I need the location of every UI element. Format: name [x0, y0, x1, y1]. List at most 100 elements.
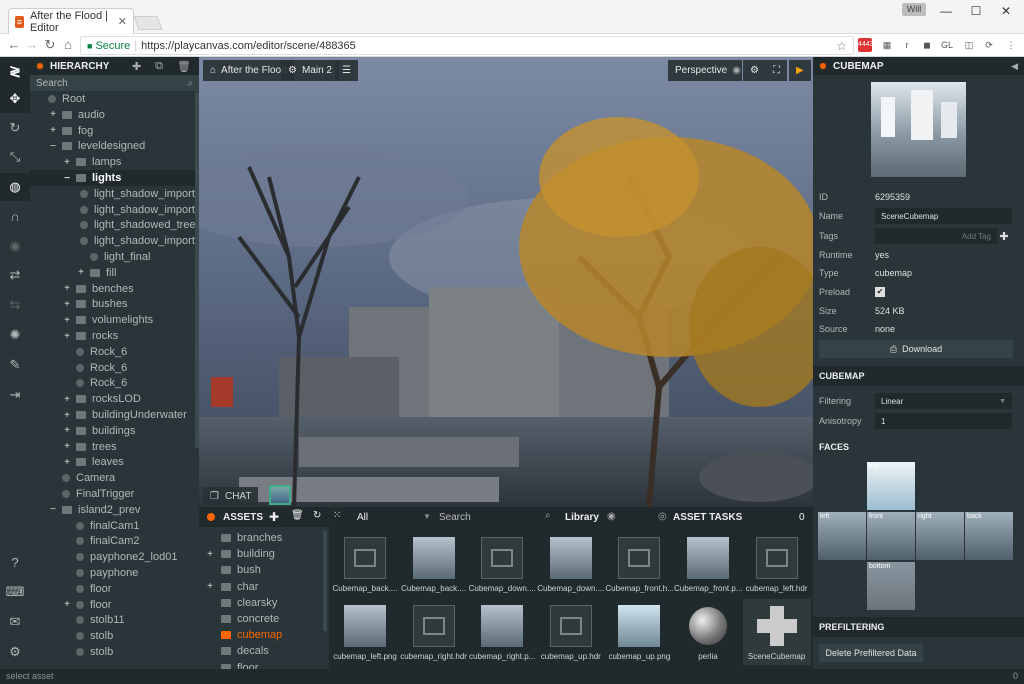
asset-search-input[interactable]: Search	[439, 512, 471, 523]
expand-icon[interactable]: +	[48, 125, 58, 136]
extension-gl-icon[interactable]: GL	[940, 38, 954, 52]
hierarchy-node[interactable]: + buildings	[30, 423, 195, 439]
hierarchy-node[interactable]: Root	[30, 91, 195, 107]
expand-icon[interactable]: +	[62, 315, 72, 326]
collapse-icon[interactable]: −	[48, 504, 58, 515]
add-tag-icon[interactable]: ✚	[997, 230, 1011, 243]
bookmark-star-icon[interactable]: ☆	[836, 39, 847, 53]
hierarchy-node[interactable]: + trees	[30, 439, 195, 455]
library-close-icon[interactable]: ◉	[607, 511, 616, 522]
asset-item[interactable]: cubemap_right.p...	[468, 599, 536, 665]
maximize-icon[interactable]: ☐	[966, 4, 986, 18]
asset-folder-item[interactable]: + char	[205, 579, 258, 595]
hierarchy-node[interactable]: + volumelights	[30, 312, 195, 328]
asset-folder-item[interactable]: cubemap	[205, 627, 282, 643]
scene-viewport[interactable]: ⌂ After the Flood ⚙ Main 2 ☰ Perspective…	[199, 57, 813, 507]
browser-menu-icon[interactable]: ⋮	[1004, 38, 1018, 52]
hierarchy-node[interactable]: + fog	[30, 123, 195, 139]
add-entity-icon[interactable]: ✚	[132, 60, 141, 73]
scenes-list-button[interactable]: ☰	[335, 60, 358, 81]
collapse-icon[interactable]: −	[62, 173, 72, 184]
asset-item[interactable]: cubemap_up.png	[605, 599, 673, 665]
gmail-extension-icon[interactable]: 4443	[858, 38, 874, 52]
filtering-select[interactable]: Linear ▼	[875, 393, 1012, 409]
hierarchy-node[interactable]: + fill	[30, 265, 195, 281]
hierarchy-node[interactable]: + audio	[30, 107, 195, 123]
close-tab-icon[interactable]: ✕	[118, 15, 127, 28]
hierarchy-node[interactable]: stolb	[30, 628, 195, 644]
hierarchy-node[interactable]: + buildingUnderwater	[30, 407, 195, 423]
asset-folder-item[interactable]: clearsky	[205, 595, 277, 611]
expand-icon[interactable]: +	[62, 441, 72, 452]
light-icon[interactable]: ✺	[0, 321, 30, 349]
hierarchy-node[interactable]: Camera	[30, 470, 195, 486]
extension-sync-icon[interactable]: ⟳	[982, 38, 996, 52]
expand-icon[interactable]: +	[62, 299, 72, 310]
reload-icon[interactable]: ↻	[42, 37, 58, 53]
extension-r-icon[interactable]: r	[900, 38, 914, 52]
hierarchy-node[interactable]: stolb11	[30, 612, 195, 628]
expand-icon[interactable]: +	[48, 109, 58, 120]
publish-icon[interactable]: ⇥	[0, 381, 30, 409]
new-tab-button[interactable]	[133, 16, 163, 30]
back-icon[interactable]: ←	[6, 37, 22, 53]
name-field[interactable]: SceneCubemap	[875, 208, 1012, 224]
face-top[interactable]: top	[867, 462, 915, 510]
browser-tab[interactable]: ≡ After the Flood | Editor ✕	[8, 8, 134, 34]
eye-icon[interactable]: ◉	[0, 232, 30, 260]
hierarchy-node[interactable]: + leaves	[30, 454, 195, 470]
face-back[interactable]: back	[965, 512, 1013, 560]
preload-checkbox[interactable]: ✔	[875, 287, 885, 297]
hierarchy-node[interactable]: light_shadow_important	[30, 233, 195, 249]
folder-scrollbar[interactable]	[323, 531, 327, 631]
forward-icon[interactable]: →	[24, 37, 40, 53]
asset-folder-item[interactable]: concrete	[205, 611, 279, 627]
playcanvas-logo-icon[interactable]: ≷	[0, 57, 30, 85]
home-icon[interactable]: ⌂	[60, 37, 76, 53]
scale-icon[interactable]: ⤡	[0, 143, 30, 171]
camera-icon[interactable]: ⇄	[0, 261, 30, 289]
asset-item[interactable]: cubemap_right.hdr	[400, 599, 468, 665]
chat-icon[interactable]: ✉	[0, 608, 30, 636]
face-left[interactable]: left	[818, 512, 866, 560]
extension-misc-icon[interactable]: ◫	[962, 38, 976, 52]
hierarchy-node[interactable]: light_shadow_important	[30, 186, 195, 202]
hierarchy-node[interactable]: Rock_6	[30, 360, 195, 376]
user-avatar[interactable]	[269, 485, 291, 505]
edit-icon[interactable]: ✎	[0, 351, 30, 379]
viewport-settings-button[interactable]: ⚙	[743, 60, 766, 81]
collapse-icon[interactable]: −	[48, 141, 58, 152]
breadcrumb-scene[interactable]: ⚙ Main 2	[281, 60, 339, 81]
panel-collapse-icon[interactable]	[819, 62, 827, 70]
expand-icon[interactable]: +	[62, 157, 72, 168]
asset-item[interactable]: Cubemap_front.p...	[674, 531, 742, 597]
hierarchy-node[interactable]: Rock_6	[30, 344, 195, 360]
expand-icon[interactable]: +	[62, 283, 72, 294]
hierarchy-node[interactable]: payphone	[30, 565, 195, 581]
face-right[interactable]: right	[916, 512, 964, 560]
hierarchy-node[interactable]: Rock_6	[30, 375, 195, 391]
hierarchy-node[interactable]: stolb	[30, 644, 195, 660]
hierarchy-node[interactable]: + rocks	[30, 328, 195, 344]
hierarchy-node[interactable]: FinalTrigger	[30, 486, 195, 502]
asset-item[interactable]: cubemap_left.png	[331, 599, 399, 665]
asset-item[interactable]: Cubemap_down....	[468, 531, 536, 597]
collapse-panel-icon[interactable]: ◀	[1011, 61, 1018, 72]
hierarchy-node[interactable]: − island2_prev	[30, 502, 195, 518]
launch-button[interactable]: ▶	[789, 60, 811, 81]
asset-item[interactable]: Cubemap_down....	[537, 531, 605, 597]
hierarchy-node[interactable]: finalCam2	[30, 533, 195, 549]
snap-icon[interactable]: ⇆	[0, 291, 30, 319]
hierarchy-node[interactable]: light_shadowed_tree	[30, 217, 195, 233]
keyboard-icon[interactable]: ⌨	[0, 578, 30, 606]
expand-icon[interactable]: +	[205, 581, 215, 592]
expand-icon[interactable]: +	[62, 425, 72, 436]
rotate-icon[interactable]: ↻	[0, 114, 30, 142]
chat-widget[interactable]: ❐ CHAT	[203, 487, 259, 505]
face-bottom[interactable]: bottom	[867, 562, 915, 610]
library-button[interactable]: Library	[565, 512, 599, 523]
hierarchy-node[interactable]: light_final	[30, 249, 195, 265]
hierarchy-node[interactable]: + benches	[30, 281, 195, 297]
hierarchy-node[interactable]: finalCam1	[30, 518, 195, 534]
magnet-icon[interactable]: ∩	[0, 202, 30, 230]
